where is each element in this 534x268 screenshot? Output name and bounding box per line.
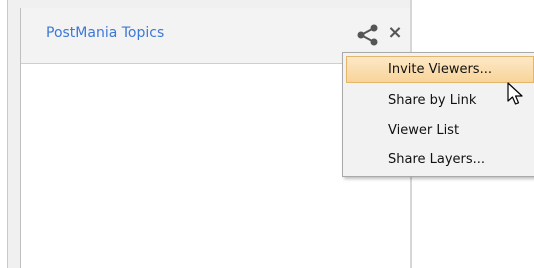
menu-item-share-layers[interactable]: Share Layers... xyxy=(346,146,534,173)
share-menu: Invite Viewers... Share by Link Viewer L… xyxy=(342,52,534,177)
close-icon[interactable]: × xyxy=(387,23,403,43)
share-icon[interactable] xyxy=(355,24,381,46)
left-margin xyxy=(0,0,7,268)
menu-item-invite-viewers[interactable]: Invite Viewers... xyxy=(346,56,534,83)
mouse-pointer-icon xyxy=(506,82,528,108)
panel-title: PostMania Topics xyxy=(46,25,165,41)
menu-item-viewer-list[interactable]: Viewer List xyxy=(346,117,534,144)
